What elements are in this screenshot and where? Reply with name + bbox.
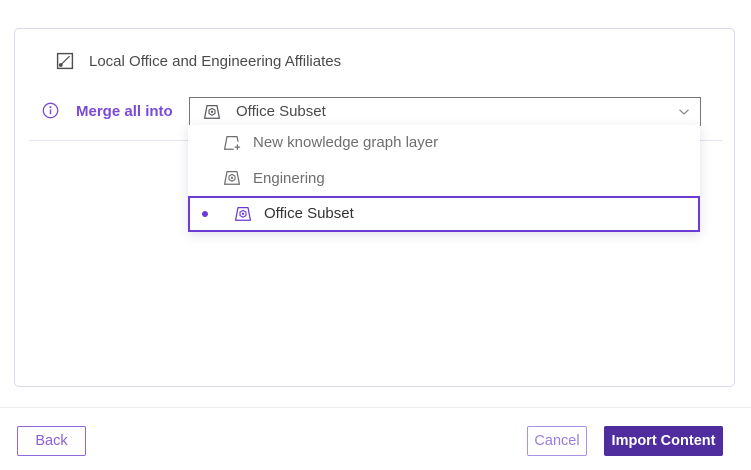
chevron-down-icon: [678, 108, 690, 116]
merge-target-menu: New knowledge graph layer Enginering: [188, 125, 700, 232]
import-content-button[interactable]: Import Content: [604, 426, 723, 456]
merge-target-select[interactable]: Office Subset: [189, 97, 701, 126]
new-knowledge-graph-layer-icon: [222, 134, 242, 152]
back-button[interactable]: Back: [17, 426, 86, 456]
import-content-dialog: Local Office and Engineering Affiliates …: [0, 0, 751, 470]
menu-item-label: Office Subset: [264, 205, 354, 222]
knowledge-graph-layer-icon: [202, 103, 222, 121]
menu-item-label: Enginering: [253, 170, 325, 187]
menu-item-label: New knowledge graph layer: [253, 134, 438, 151]
knowledge-graph-item-icon: [56, 52, 74, 70]
content-item-label: Local Office and Engineering Affiliates: [89, 53, 341, 70]
footer-divider: [0, 407, 751, 408]
selected-bullet: [202, 211, 208, 217]
cancel-button[interactable]: Cancel: [527, 426, 587, 456]
menu-item-office-subset[interactable]: Office Subset: [188, 196, 700, 232]
menu-item-new-knowledge-graph-layer[interactable]: New knowledge graph layer: [188, 125, 700, 161]
menu-item-enginering[interactable]: Enginering: [188, 161, 700, 197]
info-icon: [42, 102, 59, 119]
knowledge-graph-layer-icon: [222, 169, 242, 187]
select-value: Office Subset: [236, 103, 664, 120]
content-item-row: Local Office and Engineering Affiliates: [56, 52, 341, 70]
merge-all-into-label: Merge all into: [76, 103, 173, 120]
knowledge-graph-layer-icon: [233, 205, 253, 223]
